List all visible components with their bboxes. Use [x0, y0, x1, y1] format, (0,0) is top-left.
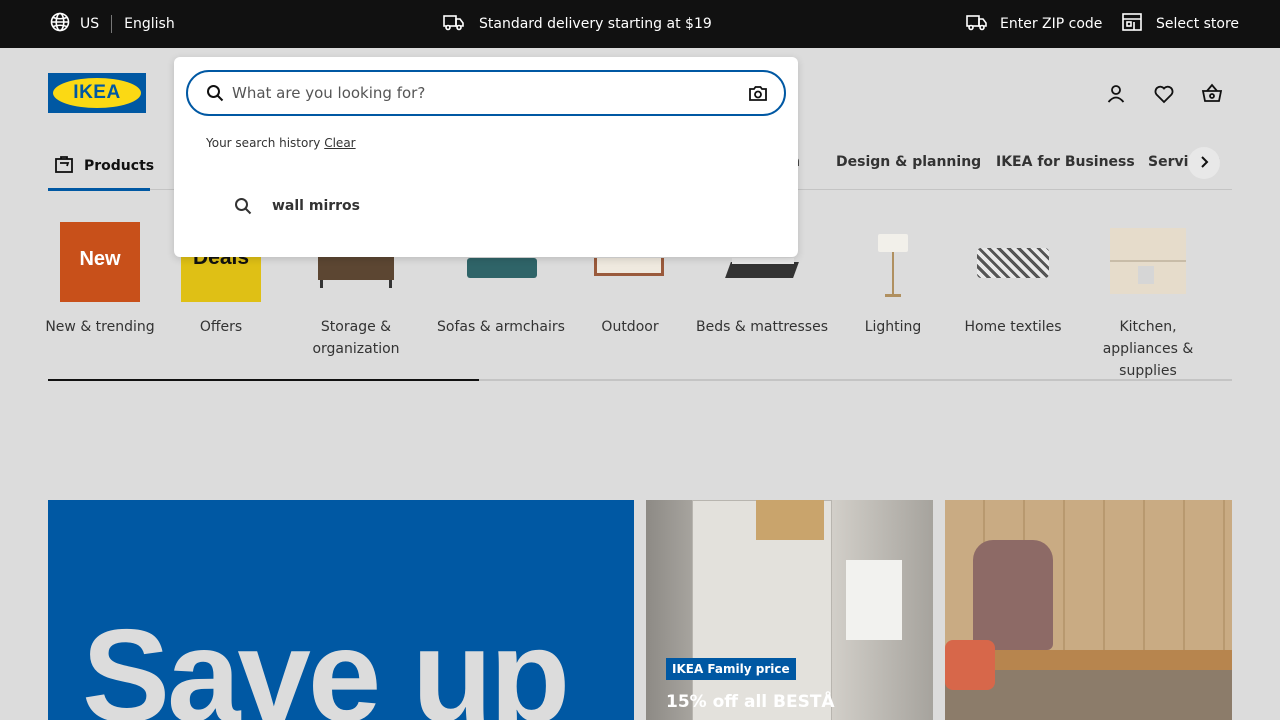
zip-code-button[interactable]: Enter ZIP code [966, 0, 1102, 48]
category-label: Offers [199, 319, 243, 335]
hero-headline: Save up [82, 602, 570, 720]
language-selector[interactable]: US English [50, 0, 175, 48]
category-label: New & trending [45, 319, 155, 335]
heart-icon[interactable] [1152, 82, 1176, 106]
globe-icon [50, 12, 70, 36]
top-bar: US English Standard delivery starting at… [0, 0, 1280, 48]
promo-card-storage[interactable] [945, 500, 1232, 720]
divider [111, 15, 113, 33]
search-dropdown: Your search history Clear wall mirros [174, 57, 798, 257]
category-label: Sofas & armchairs [437, 319, 565, 335]
ikea-logo[interactable]: IKEA [48, 73, 146, 113]
category-label: Home textiles [964, 319, 1062, 335]
tab-design-planning[interactable]: Design & planning [836, 154, 981, 170]
category-new-trending[interactable]: New New & trending [44, 222, 156, 338]
category-label: Beds & mattresses [696, 319, 828, 335]
clear-history-link[interactable]: Clear [324, 136, 355, 150]
history-item-text: wall mirros [272, 198, 360, 214]
family-price-badge: IKEA Family price [666, 658, 796, 680]
delivery-text: Standard delivery starting at $19 [479, 16, 712, 32]
shopping-bag-icon [54, 154, 74, 178]
category-label: Kitchen, appliances & supplies [1102, 319, 1194, 379]
search-input[interactable] [224, 73, 748, 113]
truck-icon [966, 13, 988, 35]
select-store-button[interactable]: Select store [1122, 0, 1239, 48]
promo-card-besta[interactable]: IKEA Family price 15% off all BESTÅ [646, 500, 933, 720]
lamp-thumbnail [853, 222, 933, 302]
account-icon[interactable] [1104, 82, 1128, 106]
hero-banner[interactable]: Save up [48, 500, 634, 720]
zip-code-label: Enter ZIP code [1000, 16, 1103, 32]
tab-label: Products [84, 158, 155, 174]
delivery-info[interactable]: Standard delivery starting at $19 [443, 0, 712, 48]
camera-icon[interactable] [748, 84, 768, 102]
search-field[interactable] [186, 70, 786, 116]
new-thumb-text: New [79, 248, 121, 270]
search-icon [234, 197, 252, 215]
kitchen-thumbnail [1108, 222, 1188, 302]
language-label: English [124, 16, 175, 32]
logo-oval: IKEA [53, 78, 141, 108]
tab-ikea-for-business[interactable]: IKEA for Business [996, 154, 1135, 170]
nav-next-button[interactable] [1188, 147, 1220, 179]
cart-icon[interactable] [1200, 82, 1224, 106]
select-store-label: Select store [1156, 16, 1240, 32]
category-lighting[interactable]: Lighting [850, 222, 936, 338]
search-history-item[interactable]: wall mirros [234, 197, 360, 215]
category-label: Storage & organization [312, 319, 400, 357]
category-kitchen[interactable]: Kitchen, appliances & supplies [1080, 222, 1216, 382]
search-history-label: Your search history [206, 136, 321, 150]
new-thumbnail: New [60, 222, 140, 302]
promo-title: 15% off all BESTÅ [666, 692, 835, 712]
category-home-textiles[interactable]: Home textiles [962, 222, 1064, 338]
truck-icon [443, 13, 465, 35]
category-label: Lighting [864, 319, 922, 335]
store-icon [1122, 13, 1142, 35]
textiles-thumbnail [973, 222, 1053, 302]
chevron-right-icon [1197, 154, 1211, 173]
country-label: US [80, 16, 100, 32]
category-label: Outdoor [601, 319, 659, 335]
tab-products[interactable]: Products [48, 142, 154, 191]
carousel-scrollbar-thumb[interactable] [48, 379, 479, 381]
logo-text: IKEA [73, 82, 121, 103]
search-icon [206, 84, 224, 102]
search-history-heading: Your search history Clear [206, 136, 356, 150]
